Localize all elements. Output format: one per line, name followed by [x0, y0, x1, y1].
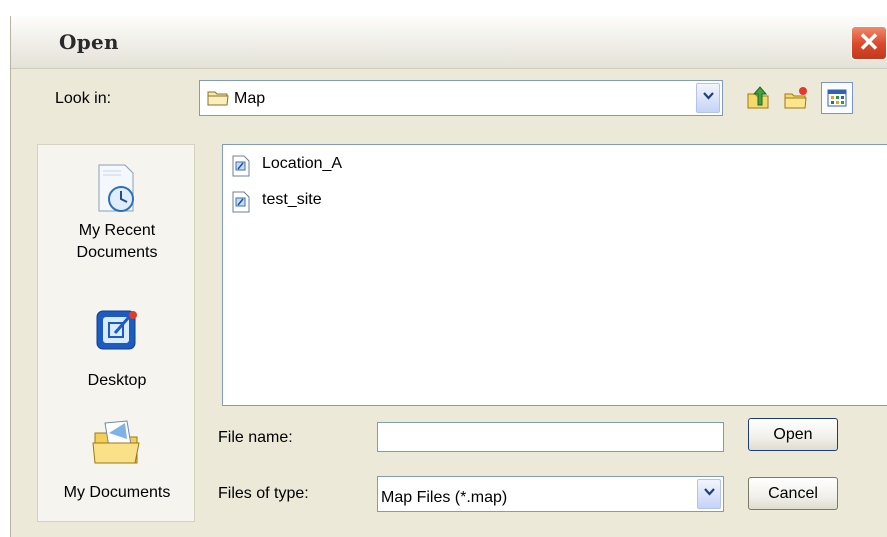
look-in-dropdown-arrow[interactable]	[696, 83, 720, 113]
look-in-value: Map	[234, 90, 266, 107]
place-label-line1: My Recent	[78, 222, 156, 239]
map-file-icon	[231, 191, 251, 218]
title-bar[interactable]: Open ✕	[11, 16, 887, 69]
open-button[interactable]: Open	[748, 418, 838, 451]
recent-documents-icon	[38, 161, 196, 221]
file-name-label: File name:	[218, 429, 293, 446]
view-menu-icon[interactable]	[821, 82, 853, 114]
dialog-title: Open	[59, 30, 119, 54]
place-my-recent-documents[interactable]: My Recent Documents	[38, 161, 196, 263]
map-file-icon	[231, 155, 251, 182]
file-name-text: Location_A	[262, 155, 343, 172]
look-in-dropdown[interactable]: Map	[199, 80, 723, 116]
files-of-type-dropdown-arrow[interactable]	[697, 479, 721, 509]
place-desktop[interactable]: Desktop	[38, 303, 196, 391]
close-icon: ✕	[858, 27, 880, 57]
place-my-documents[interactable]: My Documents	[38, 415, 196, 503]
places-bar: My Recent Documents Desktop My Documents	[37, 144, 195, 522]
cancel-button[interactable]: Cancel	[748, 477, 838, 510]
my-documents-icon	[38, 415, 196, 483]
files-of-type-dropdown[interactable]: Map Files (*.map)	[377, 476, 724, 512]
file-list[interactable]: Location_A test_site	[222, 144, 887, 406]
folder-icon	[207, 89, 229, 112]
place-label-line2: Documents	[76, 244, 158, 261]
file-name-input[interactable]	[377, 422, 724, 452]
desktop-icon	[38, 303, 196, 371]
open-dialog: Open ✕ Look in: Map My Recent Documents …	[10, 16, 887, 537]
place-label-line1: Desktop	[87, 372, 147, 389]
chevron-down-icon	[704, 488, 715, 496]
file-name-text: test_site	[262, 191, 322, 208]
create-new-folder-icon[interactable]	[783, 85, 809, 111]
close-button[interactable]: ✕	[851, 26, 887, 60]
files-of-type-label: Files of type:	[218, 485, 309, 502]
look-in-label: Look in:	[55, 90, 112, 107]
place-label-line1: My Documents	[63, 484, 171, 501]
files-of-type-value: Map Files (*.map)	[381, 489, 508, 506]
up-one-level-icon[interactable]	[745, 85, 771, 111]
chevron-down-icon	[703, 92, 714, 100]
